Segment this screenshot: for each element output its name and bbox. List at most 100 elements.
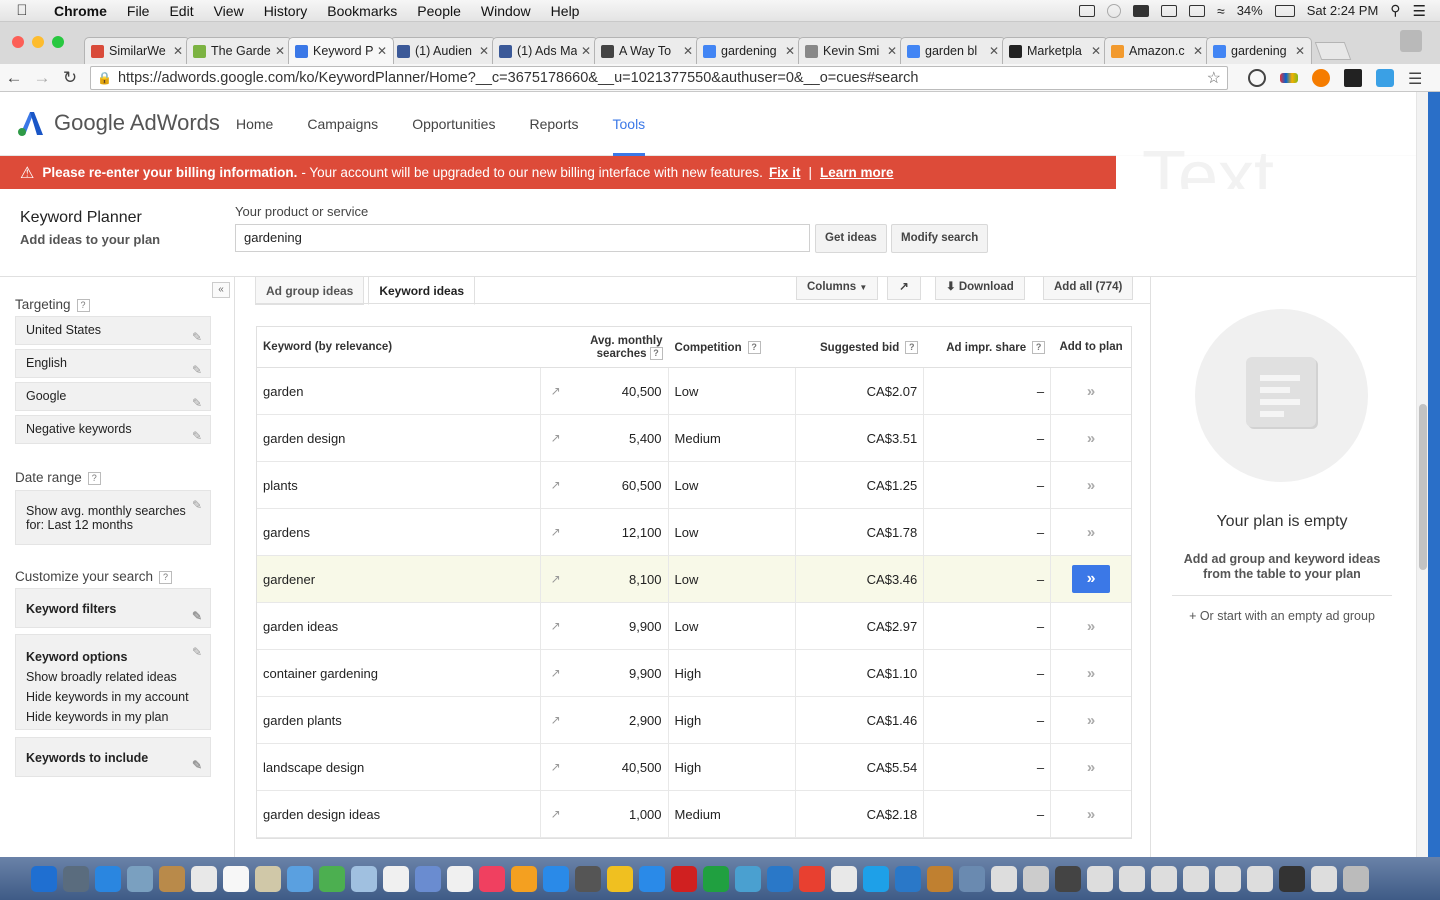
tab-close-icon[interactable]: ✕ xyxy=(785,44,795,58)
trend-chart-icon[interactable]: ↗ xyxy=(541,384,571,398)
date-range-box[interactable]: Show avg. monthly searches for: Last 12 … xyxy=(15,490,211,545)
help-icon[interactable]: ? xyxy=(159,571,173,584)
edit-pencil-icon[interactable]: ✎ xyxy=(192,596,202,636)
dock-app-icon[interactable] xyxy=(1055,865,1081,892)
nav-campaigns[interactable]: Campaigns xyxy=(307,92,395,156)
table-row[interactable]: garden design ideas ↗ 1,000 Medium CA$2.18– » xyxy=(257,791,1131,838)
add-to-plan-icon[interactable]: » xyxy=(1087,430,1095,447)
menu-view[interactable]: View xyxy=(204,3,254,19)
dock-app-icon[interactable] xyxy=(639,865,665,892)
apple-menu-icon[interactable]:  xyxy=(0,2,44,19)
trend-chart-icon[interactable]: ↗ xyxy=(541,525,571,539)
dock-app-icon[interactable] xyxy=(735,865,761,892)
dock-app-icon[interactable] xyxy=(543,865,569,892)
trend-chart-icon[interactable]: ↗ xyxy=(541,760,571,774)
nav-opportunities[interactable]: Opportunities xyxy=(412,92,512,156)
add-to-plan-icon[interactable]: » xyxy=(1087,524,1095,541)
col-avg-searches[interactable]: Avg. monthly searches? xyxy=(571,335,669,360)
dock-app-icon[interactable] xyxy=(1279,865,1305,892)
keyword-cell[interactable]: gardener xyxy=(257,556,541,602)
table-row[interactable]: landscape design ↗ 40,500 High CA$5.54– » xyxy=(257,744,1131,791)
col-suggested-bid[interactable]: Suggested bid? xyxy=(796,340,924,354)
targeting-language[interactable]: English ✎ xyxy=(15,349,211,378)
table-row[interactable]: gardens ↗ 12,100 Low CA$1.78– » xyxy=(257,509,1131,556)
browser-tab[interactable]: SimilarWe ✕ xyxy=(84,37,190,64)
browser-tab[interactable]: garden bl ✕ xyxy=(900,37,1006,64)
dock-app-icon[interactable] xyxy=(1215,865,1241,892)
dock-app-icon[interactable] xyxy=(191,865,217,892)
dock-app-icon[interactable] xyxy=(991,865,1017,892)
help-icon[interactable]: ? xyxy=(905,340,919,354)
menu-chrome[interactable]: Chrome xyxy=(44,3,117,19)
extension-1password-icon[interactable] xyxy=(1248,68,1266,87)
tab-close-icon[interactable]: ✕ xyxy=(479,44,489,58)
add-to-plan-icon[interactable]: » xyxy=(1087,712,1095,729)
table-row[interactable]: plants ↗ 60,500 Low CA$1.25– » xyxy=(257,462,1131,509)
product-service-input[interactable]: gardening xyxy=(235,224,810,252)
notification-center-icon[interactable]: ☰ xyxy=(1413,2,1426,20)
browser-tab[interactable]: (1) Audien ✕ xyxy=(390,37,496,64)
nav-tools[interactable]: Tools xyxy=(612,92,663,156)
dock-app-icon[interactable] xyxy=(255,865,281,892)
dock-app-icon[interactable] xyxy=(863,865,889,892)
window-minimize-icon[interactable] xyxy=(32,36,44,48)
targeting-location[interactable]: United States ✎ xyxy=(15,316,211,345)
keyword-cell[interactable]: container gardening xyxy=(257,650,541,696)
keyword-cell[interactable]: plants xyxy=(257,462,541,508)
dock-app-icon[interactable] xyxy=(895,865,921,892)
start-empty-ad-group-link[interactable]: + Or start with an empty ad group xyxy=(1151,609,1413,623)
table-row[interactable]: garden ↗ 40,500 Low CA$2.07– » xyxy=(257,368,1131,415)
modify-search-button[interactable]: Modify search xyxy=(891,224,989,253)
trend-chart-icon[interactable]: ↗ xyxy=(541,666,571,680)
dock-app-icon[interactable] xyxy=(95,865,121,892)
help-icon[interactable]: ? xyxy=(747,340,761,354)
help-icon[interactable]: ? xyxy=(649,346,663,360)
dock-app-icon[interactable] xyxy=(1247,865,1273,892)
keyword-filters-box[interactable]: Keyword filters ✎ xyxy=(15,588,211,628)
window-close-icon[interactable] xyxy=(12,36,24,48)
address-bar[interactable]: 🔒 https://adwords.google.com/ko/KeywordP… xyxy=(90,65,1228,90)
browser-tab[interactable]: Marketpla ✕ xyxy=(1002,37,1108,64)
menu-window[interactable]: Window xyxy=(471,3,541,19)
chart-toggle-button[interactable]: ↗ xyxy=(887,277,921,300)
dock-app-icon[interactable] xyxy=(831,865,857,892)
dock-app-icon[interactable] xyxy=(383,865,409,892)
edit-pencil-icon[interactable]: ✎ xyxy=(192,390,202,417)
tab-close-icon[interactable]: ✕ xyxy=(377,44,387,58)
add-to-plan-icon[interactable]: » xyxy=(1087,759,1095,776)
dock-app-icon[interactable] xyxy=(447,865,473,892)
dock-app-icon[interactable] xyxy=(1183,865,1209,892)
dock-app-icon[interactable] xyxy=(799,865,825,892)
dock-app-icon[interactable] xyxy=(1343,865,1369,892)
back-icon[interactable]: ← xyxy=(0,68,28,88)
menu-help[interactable]: Help xyxy=(541,3,590,19)
browser-tab[interactable]: Kevin Smi ✕ xyxy=(798,37,904,64)
adwords-logo[interactable]: Google AdWords xyxy=(16,109,220,137)
tab-keyword-ideas[interactable]: Keyword ideas xyxy=(368,277,476,305)
tab-close-icon[interactable]: ✕ xyxy=(581,44,591,58)
dock-app-icon[interactable] xyxy=(607,865,633,892)
tab-close-icon[interactable]: ✕ xyxy=(275,44,285,58)
dock-app-icon[interactable] xyxy=(31,865,57,892)
video-icon[interactable] xyxy=(1161,4,1178,17)
edit-pencil-icon[interactable]: ✎ xyxy=(192,498,202,512)
sync-icon[interactable] xyxy=(1107,3,1122,18)
wifi-icon[interactable]: ≈ xyxy=(1217,3,1225,19)
collapse-sidebar-icon[interactable]: « xyxy=(212,282,230,298)
edit-pencil-icon[interactable]: ✎ xyxy=(192,423,202,450)
trend-chart-icon[interactable]: ↗ xyxy=(541,807,571,821)
spotlight-icon[interactable]: ⚲ xyxy=(1390,2,1400,19)
dock-app-icon[interactable] xyxy=(63,865,89,892)
menu-edit[interactable]: Edit xyxy=(159,3,203,19)
new-tab-button[interactable] xyxy=(1314,42,1352,60)
add-to-plan-icon[interactable]: » xyxy=(1087,477,1095,494)
browser-tab[interactable]: Amazon.c ✕ xyxy=(1104,37,1210,64)
dock-app-icon[interactable] xyxy=(287,865,313,892)
columns-button[interactable]: Columns ▼ xyxy=(796,277,879,300)
dock-app-icon[interactable] xyxy=(319,865,345,892)
keyword-cell[interactable]: garden design xyxy=(257,415,541,461)
keywords-include-box[interactable]: Keywords to include ✎ xyxy=(15,737,211,777)
browser-tab[interactable]: A Way To ✕ xyxy=(594,37,700,64)
edit-pencil-icon[interactable]: ✎ xyxy=(192,357,202,384)
trend-chart-icon[interactable]: ↗ xyxy=(541,572,571,586)
